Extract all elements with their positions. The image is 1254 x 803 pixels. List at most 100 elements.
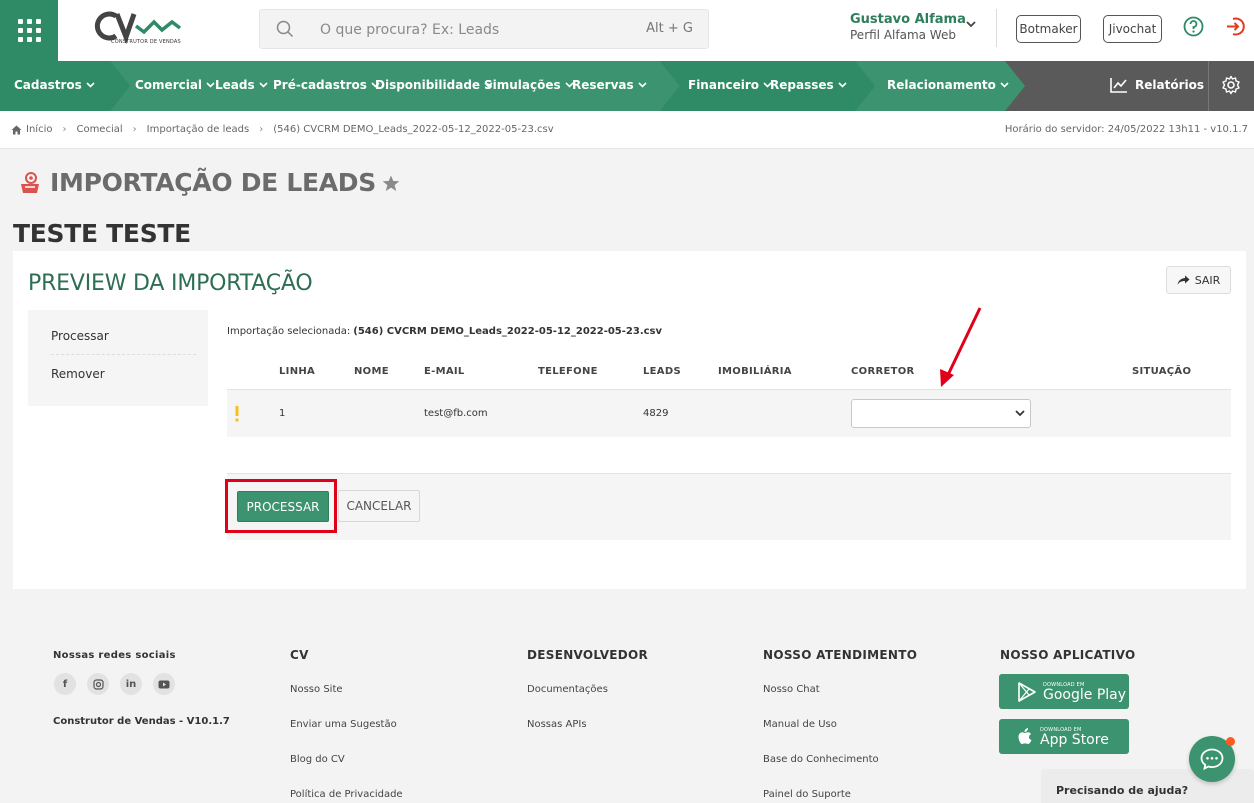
header-divider (996, 9, 997, 47)
nav-financeiro[interactable]: Financeiro (688, 78, 772, 92)
corretor-select[interactable] (851, 399, 1031, 428)
col-leads: LEADS (643, 366, 681, 377)
link-apis[interactable]: Nossas APIs (527, 719, 587, 730)
search-input[interactable] (320, 19, 580, 41)
link-manual[interactable]: Manual de Uso (763, 719, 837, 730)
breadcrumb-comercial[interactable]: Comecial (76, 124, 122, 135)
share-arrow-icon (1177, 275, 1190, 285)
chevron-down-icon (206, 82, 215, 88)
global-search[interactable]: Alt + G (259, 9, 709, 49)
selected-import-file: (546) CVCRM DEMO_Leads_2022-05-12_2022-0… (353, 326, 663, 337)
help-icon[interactable] (1183, 16, 1204, 37)
link-chat[interactable]: Nosso Chat (763, 684, 820, 695)
nav-repasses[interactable]: Repasses (770, 78, 847, 92)
page-title-row: IMPORTAÇÃO DE LEADS (18, 168, 400, 197)
apps-menu-button[interactable] (0, 0, 58, 61)
chat-button[interactable] (1189, 736, 1235, 782)
breadcrumb-separator: › (132, 124, 137, 135)
footer-social-title: Nossas redes sociais (53, 650, 176, 661)
notification-dot (1226, 737, 1235, 746)
footer-social: Nossas redes sociais (53, 650, 176, 661)
link-blog[interactable]: Blog do CV (290, 754, 345, 765)
nav-divider (1208, 61, 1209, 111)
process-button[interactable]: PROCESSAR (237, 491, 329, 522)
footer-dev-title: DESENVOLVEDOR (527, 648, 649, 662)
col-email: E-MAIL (424, 366, 465, 377)
nav-leads[interactable]: Leads (215, 78, 268, 92)
google-play-icon (1018, 681, 1036, 702)
home-icon (11, 125, 22, 134)
cancel-button[interactable]: CANCELAR (338, 490, 420, 522)
user-menu[interactable]: Gustavo Alfama Perfil Alfama Web (850, 12, 990, 42)
annotation-arrow (940, 307, 982, 387)
breadcrumb-separator: › (62, 124, 67, 135)
chevron-down-icon (638, 82, 647, 88)
link-base-conhecimento[interactable]: Base do Conhecimento (763, 754, 879, 765)
breadcrumb-importacao[interactable]: Importação de leads (147, 124, 250, 135)
facebook-icon[interactable]: f (54, 673, 76, 695)
chevron-down-icon (838, 82, 847, 88)
link-privacidade[interactable]: Política de Privacidade (290, 789, 403, 800)
linkedin-icon[interactable]: in (120, 673, 142, 695)
nav-reservas[interactable]: Reservas (572, 78, 647, 92)
gear-icon[interactable] (1221, 75, 1241, 95)
instagram-icon[interactable] (87, 673, 109, 695)
preview-card: PREVIEW DA IMPORTAÇÃO SAIR Processar Rem… (13, 251, 1246, 589)
import-leads-icon (21, 171, 39, 193)
app-store-button[interactable]: DOWNLOAD EM App Store (999, 719, 1129, 754)
breadcrumb-inicio[interactable]: Início (26, 124, 52, 135)
nav-relatorios[interactable]: Relatórios (1110, 77, 1204, 93)
col-telefone: TELEFONE (538, 366, 598, 377)
col-imobiliaria: IMOBILIÁRIA (718, 366, 792, 377)
chevron-down-icon (1000, 82, 1009, 88)
exit-button[interactable]: SAIR (1166, 266, 1231, 294)
breadcrumb-separator: › (259, 124, 264, 135)
nav-disponibilidade[interactable]: Disponibilidade (375, 78, 493, 92)
breadcrumb: Início › Comecial › Importação de leads … (11, 124, 554, 135)
google-play-button[interactable]: DOWNLOAD EM Google Play (999, 674, 1129, 709)
breadcrumb-bar: Início › Comecial › Importação de leads … (0, 111, 1254, 149)
chevron-down-icon (1015, 410, 1025, 417)
nav-relacionamento[interactable]: Relacionamento (887, 78, 1009, 92)
star-icon[interactable] (382, 175, 400, 192)
footer-support: NOSSO ATENDIMENTO (763, 648, 917, 662)
botmaker-button[interactable]: Botmaker (1016, 15, 1081, 43)
top-bar: CONSTRUTOR DE VENDAS Alt + G Gustavo Alf… (0, 0, 1254, 61)
user-profile: Perfil Alfama Web (850, 28, 956, 42)
link-painel-suporte[interactable]: Painel do Suporte (763, 789, 851, 800)
footer-support-title: NOSSO ATENDIMENTO (763, 648, 918, 662)
jivochat-button[interactable]: Jivochat (1103, 15, 1162, 43)
nav-cadastros[interactable]: Cadastros (14, 78, 95, 92)
footer-cv-title: CV (290, 648, 309, 662)
link-documentacoes[interactable]: Documentações (527, 684, 608, 695)
search-shortcut: Alt + G (646, 21, 693, 36)
nav-pre-cadastros[interactable]: Pré-cadastros (273, 78, 380, 92)
footer-dev: DESENVOLVEDOR (527, 648, 648, 662)
cell-leads: 4829 (643, 408, 669, 419)
col-situacao: SITUAÇÃO (1132, 366, 1192, 377)
logout-icon[interactable] (1225, 16, 1246, 37)
apple-icon (1018, 727, 1032, 744)
chart-line-icon (1110, 78, 1127, 93)
cell-email: test@fb.com (424, 408, 488, 419)
footer-app-title: NOSSO APLICATIVO (1000, 648, 1136, 662)
youtube-icon[interactable] (153, 673, 175, 695)
col-nome: NOME (354, 366, 389, 377)
side-menu-remover[interactable]: Remover (51, 355, 196, 393)
side-menu-processar[interactable]: Processar (51, 317, 196, 355)
page-subtitle: TESTE TESTE (13, 219, 191, 248)
nav-comercial[interactable]: Comercial (135, 78, 215, 92)
chat-bubble-icon (1200, 748, 1224, 770)
breadcrumb-current: (546) CVCRM DEMO_Leads_2022-05-12_2022-0… (273, 124, 554, 135)
footer-app: NOSSO APLICATIVO (1000, 648, 1135, 662)
side-menu: Processar Remover (28, 310, 208, 406)
nav-simulacoes[interactable]: Simulações (484, 78, 574, 92)
chevron-down-icon (86, 82, 95, 88)
link-nosso-site[interactable]: Nosso Site (290, 684, 343, 695)
col-corretor: CORRETOR (851, 366, 915, 377)
footer-version: Construtor de Vendas - V10.1.7 (53, 716, 230, 727)
link-enviar-sugestao[interactable]: Enviar uma Sugestão (290, 719, 397, 730)
chevron-down-icon (966, 21, 976, 28)
table-row (227, 390, 1231, 437)
chevron-down-icon (259, 82, 268, 88)
